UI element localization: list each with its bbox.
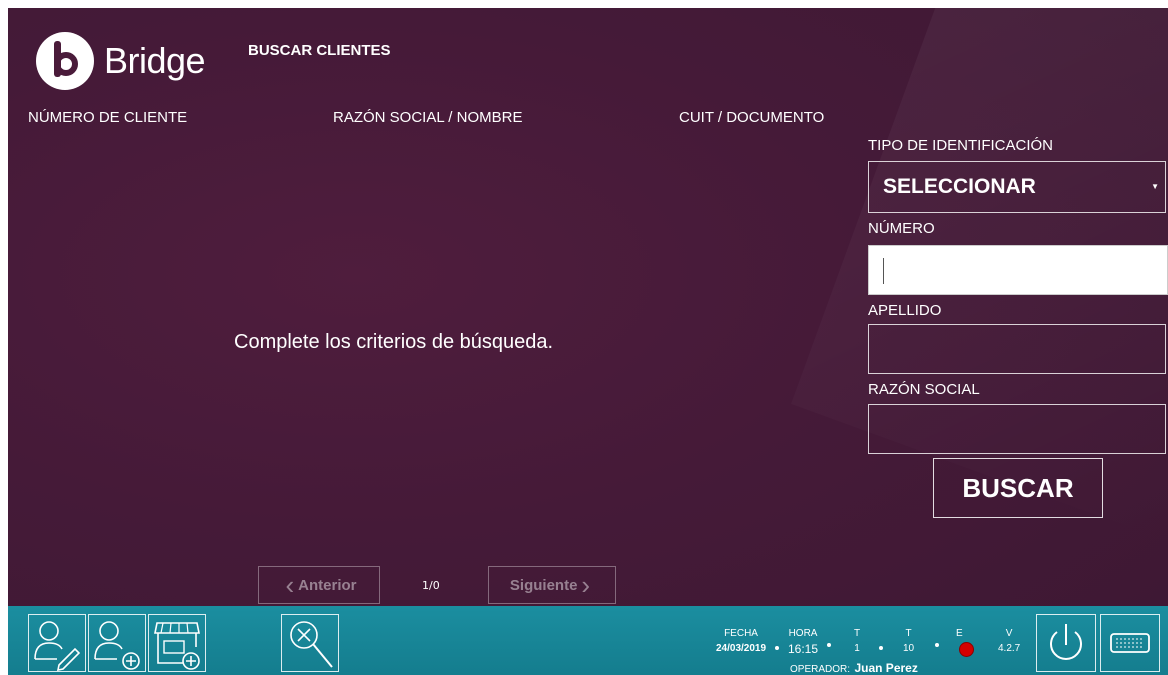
dropdown-caret-icon: ▼ [1151, 182, 1159, 191]
column-header-business-name[interactable]: RAZÓN SOCIAL / NOMBRE [333, 109, 522, 126]
t2-label: T [905, 628, 912, 639]
version-value: 4.2.7 [998, 643, 1021, 654]
status-error-indicator [959, 642, 974, 657]
app-logo: Bridge [36, 32, 206, 90]
operator-label: OPERADOR: [790, 664, 851, 675]
id-type-label: TIPO DE IDENTIFICACIÓN [868, 137, 1054, 154]
id-type-select[interactable]: SELECCIONAR ▼ [868, 161, 1166, 213]
column-header-client-number[interactable]: NÚMERO DE CLIENTE [28, 109, 187, 126]
edit-client-icon [34, 621, 81, 671]
power-icon [1050, 624, 1082, 660]
surname-input[interactable] [868, 324, 1166, 374]
main-panel: Bridge BUSCAR CLIENTES NÚMERO DE CLIENTE… [8, 8, 1168, 675]
chevron-left-icon: ‹ [285, 570, 295, 600]
number-input[interactable] [868, 245, 1168, 295]
separator-dot [879, 646, 883, 650]
version-label: V [1005, 628, 1013, 639]
clear-search-icon [290, 621, 333, 668]
separator-dot [827, 643, 831, 647]
date-label: FECHA [724, 628, 758, 639]
power-button[interactable] [1036, 614, 1096, 672]
column-header-cuit[interactable]: CUIT / DOCUMENTO [679, 109, 824, 126]
time-value: 16:15 [788, 642, 819, 656]
add-store-icon [154, 622, 200, 670]
separator-dot [935, 643, 939, 647]
e-label: E [956, 628, 963, 639]
surname-label: APELLIDO [868, 302, 942, 319]
add-client-button[interactable] [88, 614, 146, 672]
operator-name: Juan Perez [854, 661, 918, 675]
bottom-toolbar: FECHA 24/03/2019 HORA 16:15 T 1 T 10 E V… [8, 606, 1168, 675]
page-title: BUSCAR CLIENTES [248, 42, 391, 59]
t2-value: 10 [903, 643, 915, 654]
business-name-input[interactable] [868, 404, 1166, 454]
edit-client-button[interactable] [28, 614, 86, 672]
add-store-button[interactable] [148, 614, 206, 672]
separator-dot [775, 646, 779, 650]
chevron-right-icon: › [581, 570, 591, 600]
t1-label: T [854, 628, 861, 639]
operator-info: OPERADOR: Juan Perez [790, 659, 918, 675]
previous-page-button[interactable]: ‹ Anterior [258, 566, 380, 604]
page-count: 1/0 [422, 579, 440, 592]
date-value: 24/03/2019 [716, 643, 767, 654]
app-name: Bridge [104, 40, 206, 81]
keyboard-icon [1110, 633, 1150, 653]
empty-results-message: Complete los criterios de búsqueda. [234, 331, 554, 353]
search-button[interactable]: BUSCAR [933, 458, 1103, 518]
keyboard-button[interactable] [1100, 614, 1160, 672]
business-name-label: RAZÓN SOCIAL [868, 381, 980, 398]
clear-search-button[interactable] [281, 614, 339, 672]
number-label: NÚMERO [868, 220, 935, 237]
text-cursor [883, 258, 884, 284]
add-client-icon [94, 621, 140, 670]
id-type-value: SELECCIONAR [883, 175, 1036, 198]
t1-value: 1 [854, 643, 860, 654]
bridge-logo-icon [36, 32, 94, 90]
next-page-button[interactable]: Siguiente › [488, 566, 616, 604]
time-label: HORA [788, 628, 818, 639]
